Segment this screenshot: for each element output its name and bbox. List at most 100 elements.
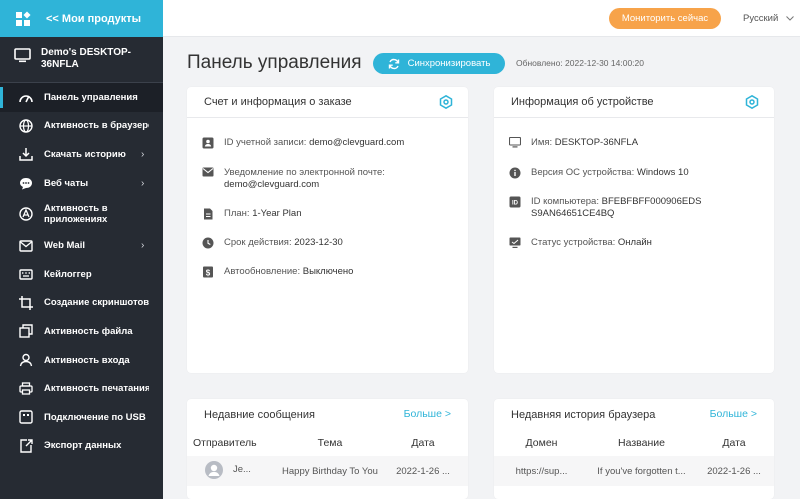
column-header-date: Дата bbox=[722, 437, 746, 449]
top-bar: Мониторить сейчас Русский bbox=[163, 0, 800, 37]
os-version-value: Windows 10 bbox=[636, 167, 689, 178]
page-title: Панель управления bbox=[187, 52, 362, 73]
sidebar-item-label: Активность файла bbox=[44, 325, 133, 337]
app-icon bbox=[18, 206, 34, 222]
mail-icon bbox=[202, 167, 214, 179]
expiry-row: Срок действия: 2023-12-30 bbox=[202, 237, 343, 249]
history-domain: https://sup... bbox=[494, 456, 589, 486]
sync-button[interactable]: Синхронизировать bbox=[373, 53, 505, 74]
os-version-row: Версия ОС устройства: Windows 10 bbox=[509, 167, 689, 179]
globe-icon bbox=[18, 118, 34, 134]
id-card-icon bbox=[202, 137, 214, 149]
browser-card-title: Недавняя история браузера bbox=[511, 408, 656, 421]
language-select[interactable]: Русский bbox=[743, 13, 795, 24]
gear-icon[interactable] bbox=[745, 94, 759, 112]
account-card-title: Счет и информация о заказе bbox=[204, 96, 352, 108]
chat-icon bbox=[18, 175, 34, 191]
email-notice-row: Уведомление по электронной почте: demo@cl… bbox=[202, 167, 385, 191]
sender-cell: Je... bbox=[187, 456, 282, 486]
computer-id-label: ID компьютера: bbox=[531, 196, 599, 207]
sidebar-item-label: Активность печатания bbox=[44, 383, 149, 395]
sidebar-item-app-activity[interactable]: Активность в приложениях bbox=[0, 197, 163, 231]
avatar bbox=[205, 460, 223, 479]
last-updated: Обновлено: 2022-12-30 14:00:20 bbox=[516, 58, 644, 68]
user-icon bbox=[18, 352, 34, 368]
sidebar-item-label: Подключение по USB bbox=[44, 411, 146, 423]
plan-row: План: 1-Year Plan bbox=[202, 208, 301, 220]
history-date: 2022-1-26 ... bbox=[694, 456, 774, 486]
messages-more-link[interactable]: Больше > bbox=[404, 408, 451, 420]
sidebar-item-keylogger[interactable]: Кейлоггер bbox=[0, 260, 163, 289]
sync-icon bbox=[388, 58, 399, 69]
email-notice-label: Уведомление по электронной почте: bbox=[224, 167, 385, 178]
message-sender: Je... bbox=[233, 464, 251, 475]
my-products-link[interactable]: << Мои продукты bbox=[46, 13, 141, 25]
browser-more-link[interactable]: Больше > bbox=[710, 408, 757, 420]
messages-card-title: Недавние сообщения bbox=[204, 408, 315, 421]
usb-icon bbox=[18, 409, 34, 425]
clock-icon bbox=[202, 237, 214, 249]
mail-icon bbox=[18, 238, 34, 254]
sidebar-header: << Мои продукты bbox=[0, 0, 163, 37]
sidebar-item-label: Веб чаты bbox=[44, 177, 89, 189]
sidebar-item-label: Активность в приложениях bbox=[44, 203, 108, 226]
plan-value: 1-Year Plan bbox=[252, 208, 302, 219]
account-card-header: Счет и информация о заказе bbox=[187, 87, 468, 118]
device-card: Информация об устройстве Имя: DESKTOP-36… bbox=[494, 87, 774, 373]
sidebar-item-download-history[interactable]: Скачать историю › bbox=[0, 140, 163, 169]
app-grid-icon[interactable] bbox=[0, 0, 46, 37]
printer-icon bbox=[18, 381, 34, 397]
dollar-icon: $ bbox=[202, 266, 214, 278]
account-id-label: ID учетной записи: bbox=[224, 137, 307, 148]
sidebar-item-file-activity[interactable]: Активность файла bbox=[0, 317, 163, 346]
sidebar-item-label: Активность в браузере bbox=[44, 120, 149, 132]
messages-card-header: Недавние сообщения Больше > bbox=[187, 399, 468, 430]
sidebar-item-label: Экспорт данных bbox=[44, 440, 122, 452]
column-header-sender: Отправитель bbox=[193, 437, 257, 449]
export-icon bbox=[18, 438, 34, 454]
browser-history-table: Домен Название Дата https://sup... If yo… bbox=[494, 430, 774, 486]
sidebar-item-label: Кейлоггер bbox=[44, 268, 92, 280]
autorenew-value: Выключено bbox=[302, 266, 354, 277]
table-header-row: Домен Название Дата bbox=[494, 430, 774, 456]
account-id-value: demo@clevguard.com bbox=[309, 137, 405, 148]
keyboard-icon bbox=[18, 266, 34, 282]
dashboard-icon bbox=[18, 89, 34, 105]
sidebar-item-export[interactable]: Экспорт данных bbox=[0, 432, 163, 461]
monitor-now-button[interactable]: Мониторить сейчас bbox=[609, 8, 721, 29]
autorenew-row: $ Автообновление: Выключено bbox=[202, 266, 353, 278]
device-status-row: Статус устройства: Онлайн bbox=[509, 237, 652, 249]
monitor-icon bbox=[508, 136, 522, 149]
message-subject: Happy Birthday To You bbox=[282, 456, 378, 486]
device-card-title: Информация об устройстве bbox=[511, 96, 654, 108]
column-header-date: Дата bbox=[411, 437, 435, 449]
sidebar-item-dashboard[interactable]: Панель управления bbox=[0, 83, 163, 112]
device-name-label: Имя: bbox=[531, 137, 553, 148]
device-status-label: Статус устройства: bbox=[531, 237, 616, 248]
device-selector[interactable]: Demo's DESKTOP-36NFLA bbox=[0, 37, 163, 83]
table-header-row: Отправитель Тема Дата bbox=[187, 430, 468, 456]
sidebar-item-web-chats[interactable]: Веб чаты › bbox=[0, 169, 163, 198]
sidebar-item-print-activity[interactable]: Активность печатания bbox=[0, 374, 163, 403]
message-date: 2022-1-26 ... bbox=[378, 456, 468, 486]
device-name: Demo's DESKTOP-36NFLA bbox=[41, 47, 131, 70]
sidebar-item-usb[interactable]: Подключение по USB bbox=[0, 403, 163, 432]
chevron-right-icon: › bbox=[141, 240, 145, 252]
os-version-label: Версия ОС устройства: bbox=[531, 167, 635, 178]
messages-table: Отправитель Тема Дата Je... Happy Birthd… bbox=[187, 430, 468, 486]
sidebar-item-browser-activity[interactable]: Активность в браузере bbox=[0, 112, 163, 141]
id-badge-icon: ID bbox=[509, 196, 521, 208]
sync-label: Синхронизировать bbox=[407, 58, 491, 69]
sidebar-item-screenshots[interactable]: Создание скриншотов bbox=[0, 289, 163, 318]
recent-messages-card: Недавние сообщения Больше > Отправитель … bbox=[187, 399, 468, 499]
computer-id-value-line1: BFEBFBFF000906EDS bbox=[601, 196, 702, 207]
gear-icon[interactable] bbox=[439, 94, 453, 112]
sidebar-item-login-activity[interactable]: Активность входа bbox=[0, 346, 163, 375]
table-row[interactable]: https://sup... If you've forgotten t... … bbox=[494, 456, 774, 486]
browser-card-header: Недавняя история браузера Больше > bbox=[494, 399, 774, 430]
device-name-row: Имя: DESKTOP-36NFLA bbox=[508, 136, 638, 149]
table-row[interactable]: Je... Happy Birthday To You 2022-1-26 ..… bbox=[187, 456, 468, 486]
sidebar-item-web-mail[interactable]: Web Mail › bbox=[0, 231, 163, 260]
svg-text:ID: ID bbox=[512, 201, 519, 207]
account-id-row: ID учетной записи: demo@clevguard.com bbox=[202, 137, 404, 149]
